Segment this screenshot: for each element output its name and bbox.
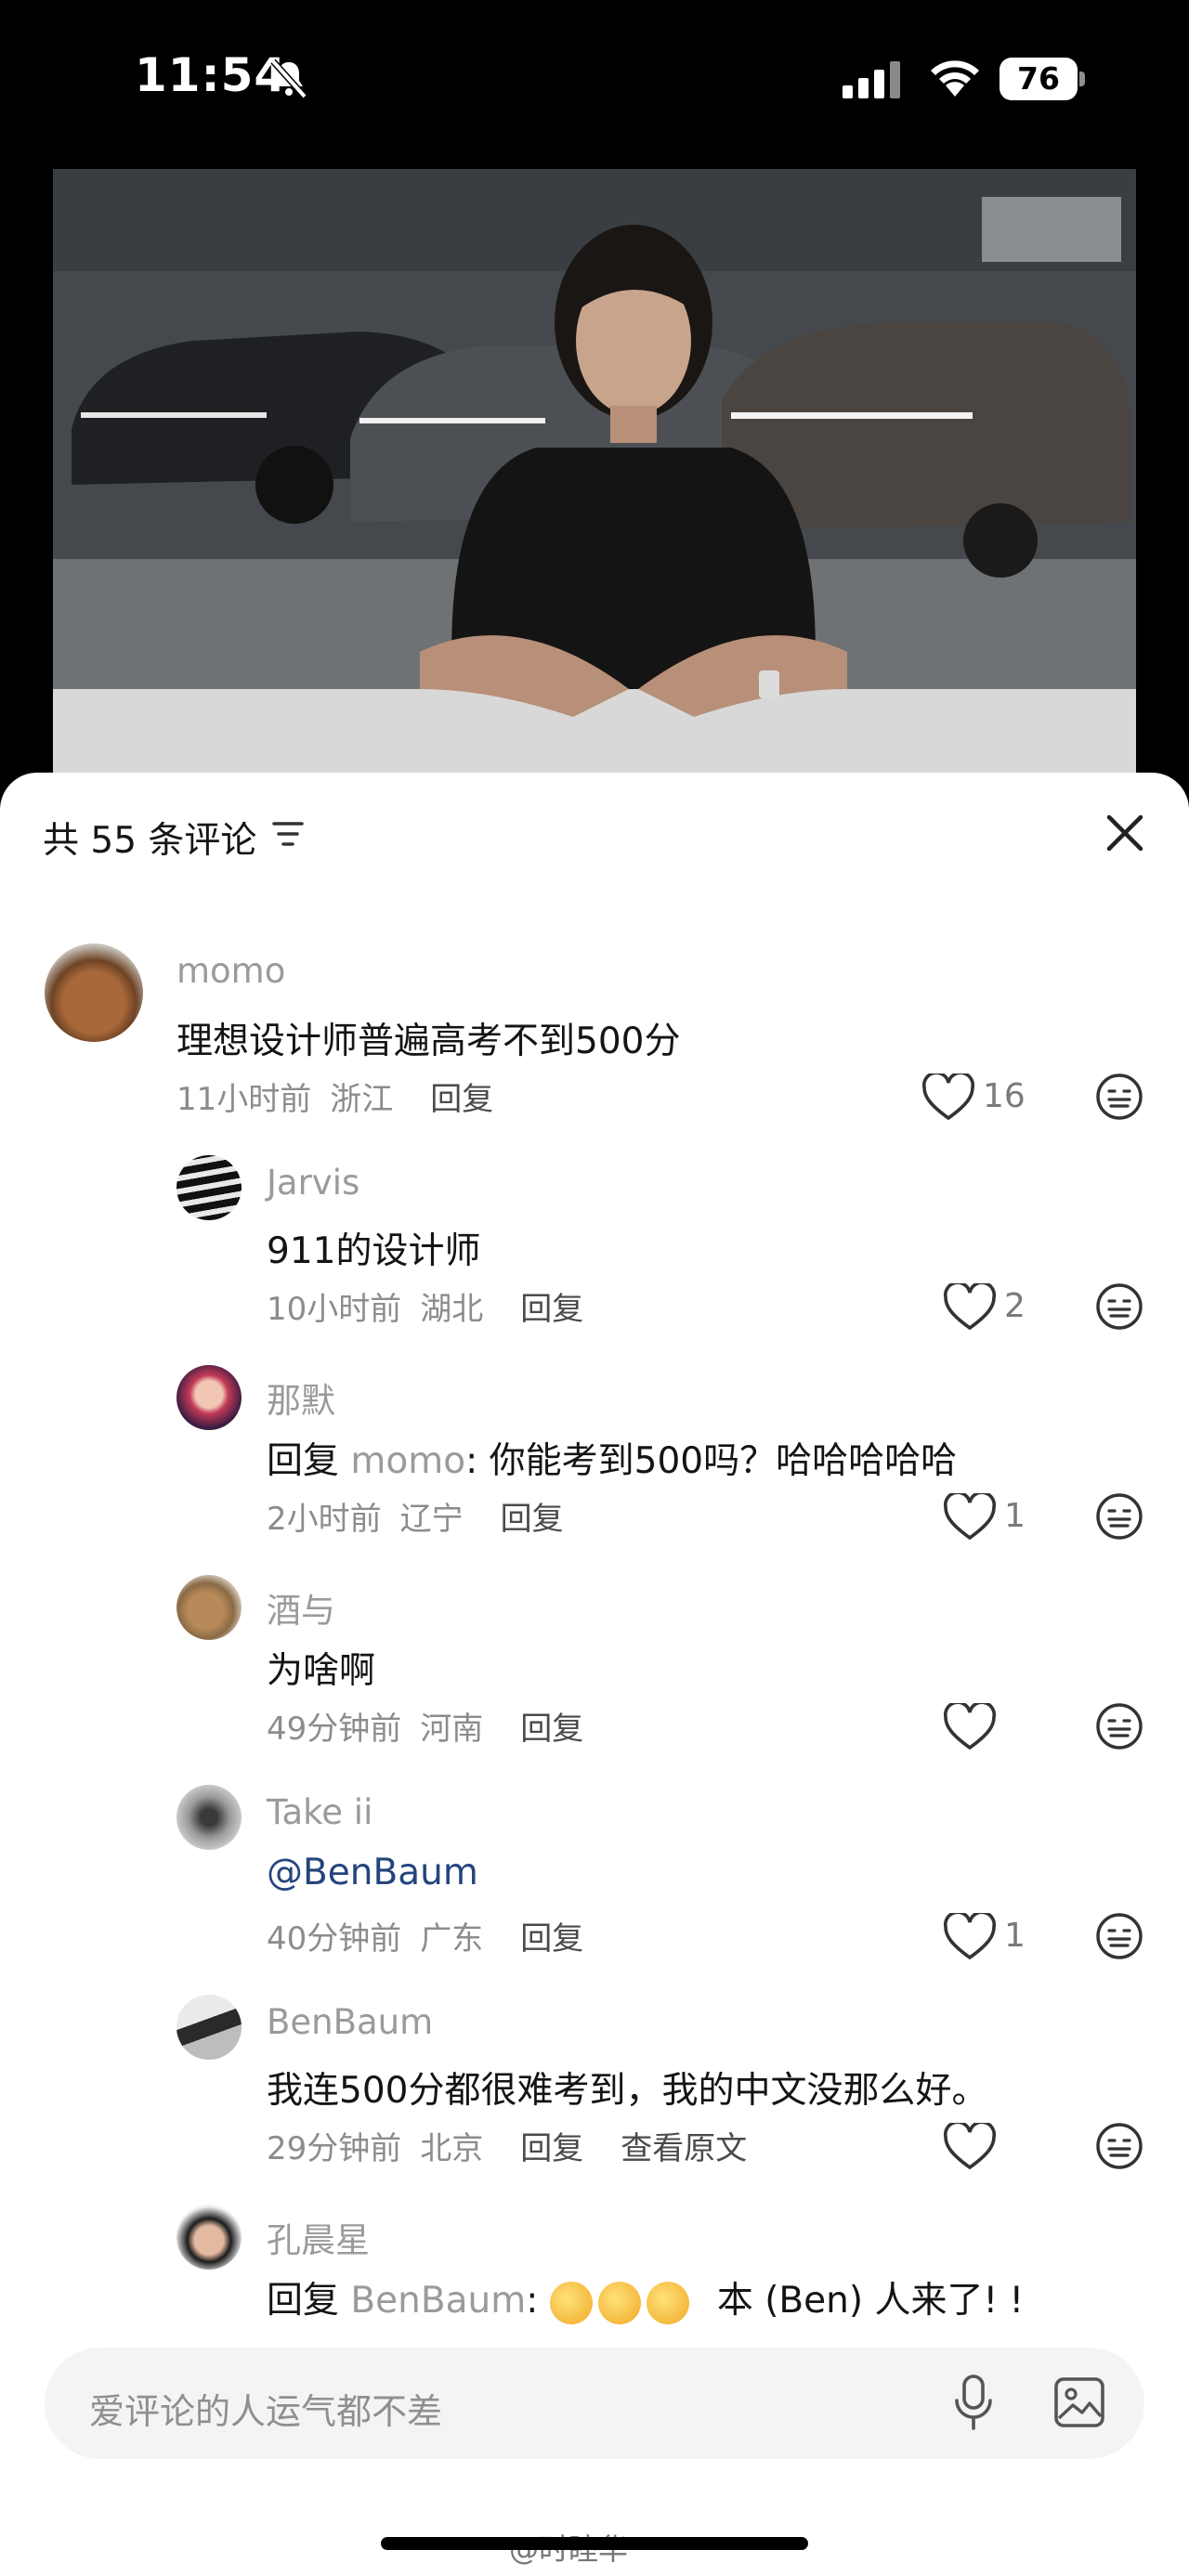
like-count: 2	[1004, 1287, 1026, 1325]
comment-meta: 10小时前 湖北 回复	[267, 1283, 583, 1329]
comment-username[interactable]: 酒与	[267, 1582, 335, 1633]
home-indicator[interactable]	[381, 2537, 808, 2550]
view-original-button[interactable]: 查看原文	[621, 2130, 747, 2167]
comment-time: 29分钟前	[267, 2130, 402, 2167]
comments-header: 共 55 条评论	[0, 773, 1189, 893]
battery-level: 76	[1000, 58, 1078, 100]
heart-icon[interactable]	[943, 2123, 997, 2171]
bell-muted-icon	[270, 59, 307, 99]
comment-location: 广东	[420, 1920, 484, 1958]
reply-button[interactable]: 回复	[430, 1081, 493, 1118]
comment-meta: 2小时前 辽宁 回复	[267, 1493, 564, 1539]
comment-location: 湖北	[420, 1291, 484, 1328]
cellular-signal-icon	[843, 61, 900, 98]
heart-icon[interactable]	[943, 1493, 997, 1542]
comment-username[interactable]: 那默	[267, 1373, 335, 1423]
comment-meta: 11小时前 浙江 回复	[176, 1073, 493, 1119]
close-icon[interactable]	[1104, 812, 1146, 854]
comment-text: 回复 momo: 你能考到500吗？哈哈哈哈哈	[267, 1432, 957, 1484]
avatar[interactable]	[176, 1785, 242, 1850]
emoji-reaction-icon[interactable]	[1094, 1281, 1144, 1332]
comment-text: @BenBaum	[267, 1852, 478, 1893]
reply-prefix: 回复	[267, 2280, 340, 2322]
comment-location: 河南	[420, 1711, 484, 1748]
comment-text: 回复 BenBaum: 本 (Ben) 人来了! !	[267, 2271, 1024, 2324]
comment-reply-item: 孔晨星 回复 BenBaum: 本 (Ben) 人来了! !	[0, 2205, 1189, 2335]
comment-text: 为啥啊	[267, 1650, 376, 1692]
avatar[interactable]	[176, 1575, 242, 1640]
reply-button[interactable]: 回复	[520, 1711, 583, 1748]
like-count: 1	[1004, 1917, 1026, 1955]
video-frame-illustration	[53, 169, 1136, 773]
wifi-icon	[931, 60, 979, 97]
mention-link[interactable]: @BenBaum	[267, 1852, 478, 1893]
like-count: 1	[1004, 1497, 1026, 1535]
avatar[interactable]	[176, 1365, 242, 1430]
heart-icon[interactable]	[921, 1073, 975, 1122]
battery-indicator: 76	[1000, 58, 1085, 100]
comment-item: momo 理想设计师普遍高考不到500分 11小时前 浙江 回复 16	[0, 940, 1189, 1125]
reply-target-username[interactable]: BenBaum	[350, 2280, 526, 2322]
emoji-sticker-icon	[597, 2281, 641, 2324]
reply-button[interactable]: 回复	[501, 1501, 564, 1538]
reply-body: : 你能考到500吗？哈哈哈哈哈	[465, 1440, 958, 1482]
comment-reply-item: Take ii @BenBaum 40分钟前 广东 回复 1	[0, 1785, 1189, 1971]
emoji-reaction-icon[interactable]	[1094, 1491, 1144, 1542]
comment-location: 辽宁	[399, 1501, 464, 1538]
comment-time: 11小时前	[176, 1081, 312, 1118]
avatar[interactable]	[45, 943, 143, 1042]
comment-reply-item: 那默 回复 momo: 你能考到500吗？哈哈哈哈哈 2小时前 辽宁 回复 1	[0, 1365, 1189, 1551]
heart-icon[interactable]	[943, 1703, 997, 1751]
comment-username[interactable]: Take ii	[267, 1792, 372, 1832]
avatar[interactable]	[176, 1995, 242, 2060]
reply-prefix: 回复	[267, 1440, 340, 1482]
comment-reply-item: Jarvis 911的设计师 10小时前 湖北 回复 2	[0, 1155, 1189, 1341]
status-bar: 11:54 76	[0, 0, 1189, 158]
heart-icon[interactable]	[943, 1913, 997, 1961]
emoji-sticker-icon	[646, 2281, 689, 2324]
video-player[interactable]	[53, 169, 1136, 773]
comment-location: 浙江	[330, 1081, 394, 1118]
comment-text: 911的设计师	[267, 1230, 481, 1272]
comment-username[interactable]: Jarvis	[267, 1163, 359, 1203]
comment-reply-item: 酒与 为啥啊 49分钟前 河南 回复	[0, 1575, 1189, 1761]
comment-meta: 49分钟前 河南 回复	[267, 1703, 583, 1749]
comment-text: 我连500分都很难考到，我的中文没那么好。	[267, 2070, 988, 2112]
comments-count-title: 共 55 条评论	[43, 820, 257, 862]
reply-button[interactable]: 回复	[520, 1291, 583, 1328]
comment-username[interactable]: momo	[176, 951, 285, 991]
comment-username[interactable]: 孔晨星	[267, 2212, 370, 2262]
comment-time: 49分钟前	[267, 1711, 402, 1748]
emoji-reaction-icon[interactable]	[1094, 2121, 1144, 2171]
avatar[interactable]	[176, 1155, 242, 1220]
sort-filter-icon[interactable]	[271, 819, 305, 849]
emoji-reaction-icon[interactable]	[1094, 1911, 1144, 1961]
reply-colon: :	[526, 2280, 550, 2322]
avatar[interactable]	[176, 2205, 242, 2270]
image-picker-icon[interactable]	[1052, 2375, 1106, 2429]
reply-button[interactable]: 回复	[520, 2130, 583, 2167]
comment-meta: 29分钟前 北京 回复 查看原文	[267, 2123, 747, 2168]
comment-time: 40分钟前	[267, 1920, 402, 1958]
comment-time: 2小时前	[267, 1501, 382, 1538]
comment-meta: 40分钟前 广东 回复	[267, 1913, 583, 1958]
emoji-reaction-icon[interactable]	[1094, 1701, 1144, 1751]
emoji-reaction-icon[interactable]	[1094, 1072, 1144, 1122]
reply-button[interactable]: 回复	[520, 1920, 583, 1958]
reply-target-username[interactable]: momo	[350, 1440, 465, 1482]
status-time: 11:54	[135, 48, 288, 102]
emoji-sticker-icon	[549, 2281, 593, 2324]
comment-username[interactable]: BenBaum	[267, 2002, 433, 2042]
comment-text: 理想设计师普遍高考不到500分	[176, 1021, 681, 1062]
heart-icon[interactable]	[943, 1283, 997, 1332]
comment-time: 10小时前	[267, 1291, 402, 1328]
comment-location: 北京	[420, 2130, 484, 2167]
comment-input-placeholder[interactable]: 爱评论的人运气都不差	[89, 2383, 442, 2434]
reply-body: 本 (Ben) 人来了! !	[716, 2280, 1025, 2322]
microphone-icon[interactable]	[952, 2373, 995, 2432]
comment-reply-item: BenBaum 我连500分都很难考到，我的中文没那么好。 29分钟前 北京 回复 查…	[0, 1995, 1189, 2180]
like-count: 16	[983, 1077, 1026, 1115]
battery-tip	[1079, 72, 1085, 86]
